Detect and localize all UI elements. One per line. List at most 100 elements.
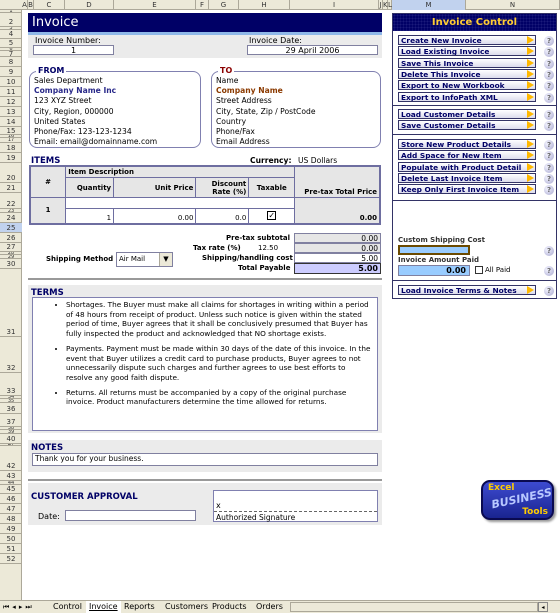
row-header-15[interactable]: 15 bbox=[0, 127, 22, 135]
help-icon[interactable]: ? bbox=[544, 246, 554, 256]
row-header-13[interactable]: 13 bbox=[0, 107, 22, 117]
row-header-24[interactable]: 24 bbox=[0, 213, 22, 223]
help-icon[interactable]: ? bbox=[544, 36, 554, 46]
control-button-export-to-new-workbook[interactable]: Export to New Workbook bbox=[398, 80, 536, 91]
item-unit-price[interactable]: 0.00 bbox=[113, 208, 197, 224]
sheet-tab-invoice[interactable]: Invoice bbox=[86, 601, 121, 613]
custom-shipping-field[interactable] bbox=[398, 245, 470, 255]
row-header-36[interactable]: 36 bbox=[0, 403, 22, 414]
to-phone[interactable]: Phone/Fax bbox=[216, 127, 316, 137]
column-header-c[interactable]: C bbox=[34, 0, 65, 10]
control-button-create-new-invoice[interactable]: Create New Invoice bbox=[398, 35, 536, 45]
row-header-2[interactable]: 2 bbox=[0, 13, 22, 27]
row-header-26[interactable]: 26 bbox=[0, 233, 22, 243]
from-country[interactable]: United States bbox=[34, 117, 157, 127]
help-icon[interactable]: ? bbox=[544, 92, 554, 103]
row-header-11[interactable]: 11 bbox=[0, 87, 22, 97]
from-city[interactable]: City, Region, 000000 bbox=[34, 107, 157, 117]
approval-date-field[interactable] bbox=[65, 510, 196, 521]
control-button-store-new-product-details[interactable]: Store New Product Details bbox=[398, 139, 536, 149]
row-header-42[interactable]: 42 bbox=[0, 446, 22, 471]
help-icon[interactable]: ? bbox=[544, 69, 554, 80]
row-header-32[interactable]: 32 bbox=[0, 337, 22, 373]
shipping-method-select[interactable]: Air Mail ▼ bbox=[116, 252, 173, 267]
control-button-keep-only-first-invoice-item[interactable]: Keep Only First Invoice Item bbox=[398, 184, 536, 195]
control-button-populate-with-product-detail[interactable]: Populate with Product Detail bbox=[398, 161, 536, 172]
sheet-tab-customers[interactable]: Customers bbox=[162, 601, 211, 613]
item-quantity[interactable]: 1 bbox=[65, 208, 115, 224]
from-phone[interactable]: Phone/Fax: 123-123-1234 bbox=[34, 127, 157, 137]
from-company[interactable]: Company Name Inc bbox=[34, 86, 157, 96]
shipping-cost-value[interactable]: 5.00 bbox=[294, 253, 381, 263]
row-header-4[interactable]: 4 bbox=[0, 30, 22, 39]
column-header-f[interactable]: F bbox=[196, 0, 209, 10]
column-header-h[interactable]: H bbox=[239, 0, 290, 10]
control-button-add-space-for-new-item[interactable]: Add Space for New Item bbox=[398, 150, 536, 161]
to-city[interactable]: City, State, Zip / PostCode bbox=[216, 107, 316, 117]
help-icon[interactable]: ? bbox=[544, 110, 554, 120]
tab-scroll-buttons[interactable]: ⏮◂▸⏭ bbox=[3, 601, 35, 613]
row-header-45[interactable]: 45 bbox=[0, 485, 22, 494]
row-header-30[interactable]: 30 bbox=[0, 259, 22, 269]
item-description[interactable] bbox=[65, 197, 296, 209]
from-email[interactable]: Email: email@domainname.com bbox=[34, 137, 157, 147]
row-header-10[interactable]: 10 bbox=[0, 77, 22, 87]
control-button-load-existing-invoice[interactable]: Load Existing Invoice bbox=[398, 46, 536, 57]
row-header-27[interactable]: 27 bbox=[0, 243, 22, 252]
sheet-tab-products[interactable]: Products bbox=[209, 601, 250, 613]
help-icon[interactable]: ? bbox=[544, 162, 554, 173]
control-button-save-customer-details[interactable]: Save Customer Details bbox=[398, 120, 536, 131]
control-button-save-this-invoice[interactable]: Save This Invoice bbox=[398, 57, 536, 68]
horizontal-scrollbar[interactable] bbox=[290, 602, 538, 612]
row-header-22[interactable]: 22 bbox=[0, 193, 22, 209]
row-header-14[interactable]: 14 bbox=[0, 117, 22, 127]
column-header-e[interactable]: E bbox=[114, 0, 196, 10]
sheet-tab-orders[interactable]: Orders bbox=[253, 601, 286, 613]
control-button-delete-this-invoice[interactable]: Delete This Invoice bbox=[398, 68, 536, 79]
help-icon[interactable]: ? bbox=[544, 47, 554, 58]
signature-box[interactable]: x Authorized Signature bbox=[213, 490, 378, 522]
taxable-checkbox[interactable]: ✓ bbox=[267, 211, 277, 221]
row-header-5[interactable]: 5 bbox=[0, 39, 22, 48]
invoice-number-field[interactable]: 1 bbox=[33, 45, 114, 55]
row-header-19[interactable]: 19 bbox=[0, 153, 22, 163]
row-header-50[interactable]: 50 bbox=[0, 534, 22, 544]
row-header-51[interactable]: 51 bbox=[0, 544, 22, 554]
all-paid-checkbox[interactable] bbox=[475, 266, 483, 274]
row-header-33[interactable]: 33 bbox=[0, 373, 22, 396]
to-name[interactable]: Name bbox=[216, 76, 316, 86]
row-header-8[interactable]: 8 bbox=[0, 57, 22, 67]
help-icon[interactable]: ? bbox=[544, 58, 554, 69]
help-icon[interactable]: ? bbox=[544, 173, 554, 184]
help-icon[interactable]: ? bbox=[544, 266, 554, 276]
row-header-18[interactable]: 18 bbox=[0, 143, 22, 153]
to-country[interactable]: Country bbox=[216, 117, 316, 127]
scroll-left-icon[interactable]: ◂ bbox=[538, 602, 548, 612]
row-header-49[interactable]: 49 bbox=[0, 524, 22, 534]
column-header-m[interactable]: M bbox=[392, 0, 466, 10]
column-header-i[interactable]: I bbox=[290, 0, 379, 10]
control-button-export-to-infopath-xml[interactable]: Export to InfoPath XML bbox=[398, 91, 536, 102]
row-header-31[interactable]: 31 bbox=[0, 269, 22, 337]
row-header-21[interactable]: 21 bbox=[0, 183, 22, 193]
row-header-20[interactable]: 20 bbox=[0, 163, 22, 183]
item-discount[interactable]: 0.0 bbox=[195, 208, 250, 224]
help-icon[interactable]: ? bbox=[544, 121, 554, 132]
sheet-tab-reports[interactable]: Reports bbox=[121, 601, 158, 613]
row-header-47[interactable]: 47 bbox=[0, 504, 22, 514]
to-email[interactable]: Email Address bbox=[216, 137, 316, 147]
row-header-25[interactable]: 25 bbox=[0, 223, 22, 233]
help-icon[interactable]: ? bbox=[544, 81, 554, 92]
to-street[interactable]: Street Address bbox=[216, 96, 316, 106]
help-icon[interactable]: ? bbox=[544, 140, 554, 150]
column-header-n[interactable]: N bbox=[466, 0, 560, 10]
sheet-tab-control[interactable]: Control bbox=[50, 601, 85, 613]
tax-rate-value[interactable]: 12.50 bbox=[258, 244, 278, 252]
help-icon[interactable]: ? bbox=[544, 185, 554, 196]
amount-paid-field[interactable]: 0.00 bbox=[398, 265, 470, 276]
row-header-52[interactable]: 52 bbox=[0, 554, 22, 564]
chevron-down-icon[interactable]: ▼ bbox=[159, 253, 172, 266]
row-header-43[interactable]: 43 bbox=[0, 471, 22, 481]
to-company[interactable]: Company Name bbox=[216, 86, 316, 96]
row-header-46[interactable]: 46 bbox=[0, 494, 22, 504]
